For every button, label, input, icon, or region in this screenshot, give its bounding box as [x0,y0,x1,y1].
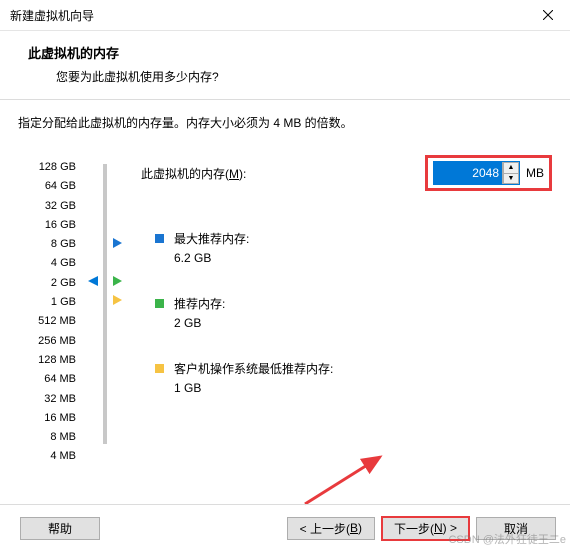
slider-tick-label: 4 GB [18,254,76,273]
marker-min-icon [113,295,122,305]
close-button[interactable] [525,0,570,30]
slider-tick-label: 64 MB [18,370,76,389]
square-green-icon [155,299,164,308]
slider-tick-label: 32 MB [18,390,76,409]
square-blue-icon [155,234,164,243]
slider-tick-label: 1 GB [18,293,76,312]
wizard-header: 此虚拟机的内存 您要为此虚拟机使用多少内存? [0,31,570,100]
info-min-value: 1 GB [174,381,333,395]
help-button[interactable]: 帮助 [20,517,100,540]
header-subtitle: 您要为此虚拟机使用多少内存? [56,68,542,85]
slider-labels: 128 GB 64 GB 32 GB 16 GB 8 GB 4 GB 2 GB … [18,158,76,467]
info-max: 最大推荐内存: 6.2 GB [155,230,333,265]
wizard-footer: 帮助 < 上一步(B) 下一步(N) > 取消 [0,504,570,551]
marker-max-icon [113,238,122,248]
next-button[interactable]: 下一步(N) > [381,516,470,541]
info-rec-label: 推荐内存: [174,295,225,312]
wizard-body: 指定分配给此虚拟机的内存量。内存大小必须为 4 MB 的倍数。 此虚拟机的内存(… [0,100,570,191]
info-max-label: 最大推荐内存: [174,230,249,247]
slider-tick-label: 8 GB [18,235,76,254]
memory-row: 此虚拟机的内存(M): ▲ ▼ MB [141,155,552,191]
slider-tick-label: 512 MB [18,312,76,331]
info-min-label: 客户机操作系统最低推荐内存: [174,360,333,377]
marker-rec-icon [113,276,122,286]
slider-tick-label: 16 MB [18,409,76,428]
memory-input[interactable] [434,162,502,184]
memory-slider[interactable]: 128 GB 64 GB 32 GB 16 GB 8 GB 4 GB 2 GB … [18,158,138,458]
close-icon [543,10,553,20]
slider-tick-label: 16 GB [18,216,76,235]
back-button[interactable]: < 上一步(B) [287,517,375,540]
cancel-button[interactable]: 取消 [476,517,556,540]
title-bar: 新建虚拟机向导 [0,0,570,31]
memory-spinbox[interactable]: ▲ ▼ [433,161,520,185]
slider-track[interactable] [103,164,107,444]
slider-tick-label: 2 GB [18,274,76,293]
info-rec-value: 2 GB [174,316,225,330]
slider-thumb[interactable] [88,276,98,286]
spin-down-button[interactable]: ▼ [503,173,519,185]
instruction-text: 指定分配给此虚拟机的内存量。内存大小必须为 4 MB 的倍数。 [18,114,552,131]
spin-up-button[interactable]: ▲ [503,162,519,173]
slider-tick-label: 64 GB [18,177,76,196]
slider-tick-label: 256 MB [18,332,76,351]
memory-label: 此虚拟机的内存(M): [141,165,246,182]
slider-tick-label: 128 GB [18,158,76,177]
memory-unit: MB [526,166,544,180]
info-rec: 推荐内存: 2 GB [155,295,333,330]
info-max-value: 6.2 GB [174,251,249,265]
slider-tick-label: 32 GB [18,197,76,216]
info-min: 客户机操作系统最低推荐内存: 1 GB [155,360,333,395]
slider-tick-label: 4 MB [18,447,76,466]
slider-tick-label: 128 MB [18,351,76,370]
annotation-arrow-icon [300,449,400,509]
window-title: 新建虚拟机向导 [10,7,525,24]
memory-info: 最大推荐内存: 6.2 GB 推荐内存: 2 GB 客户机操作系统最低推荐内存:… [155,230,333,425]
wizard-window: 新建虚拟机向导 此虚拟机的内存 您要为此虚拟机使用多少内存? 指定分配给此虚拟机… [0,0,570,551]
slider-tick-label: 8 MB [18,428,76,447]
header-title: 此虚拟机的内存 [28,43,542,62]
memory-input-highlight: ▲ ▼ MB [425,155,552,191]
square-yellow-icon [155,364,164,373]
